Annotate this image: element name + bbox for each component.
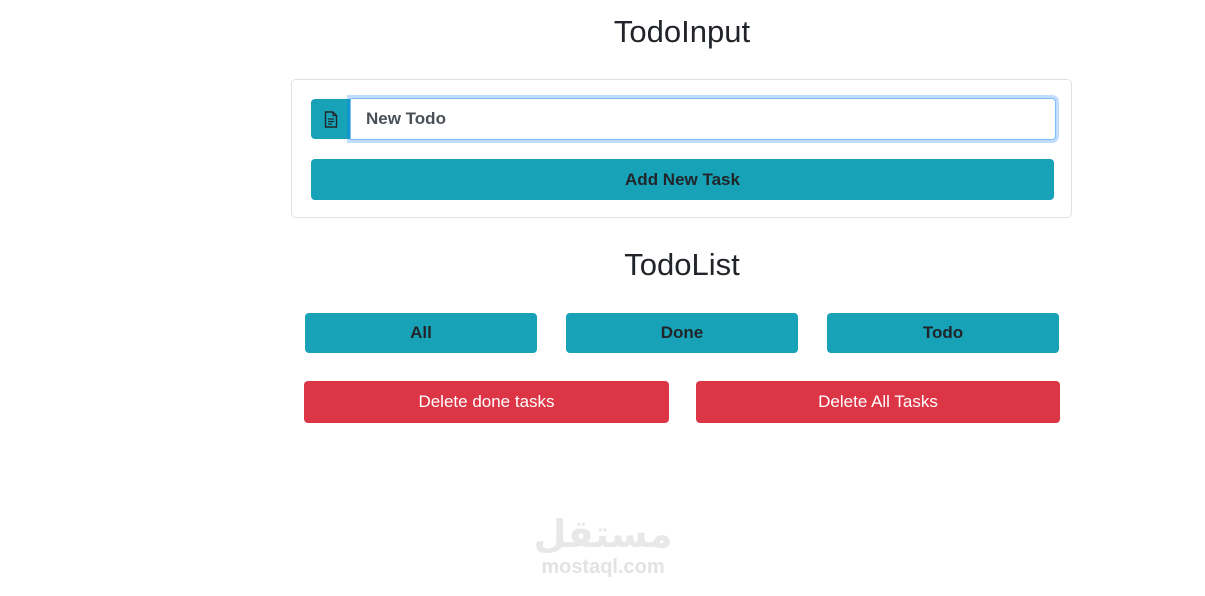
filter-done-button[interactable]: Done (566, 313, 798, 353)
filter-all-button[interactable]: All (305, 313, 537, 353)
filter-todo-button[interactable]: Todo (827, 313, 1059, 353)
watermark-logo: مستقل mostaql.com (528, 512, 678, 578)
document-icon (311, 99, 350, 139)
watermark-arabic: مستقل (533, 512, 673, 556)
watermark-latin: mostaql.com (541, 556, 665, 578)
todo-list-title: TodoList (624, 247, 740, 282)
delete-all-tasks-button[interactable]: Delete All Tasks (696, 381, 1060, 423)
add-new-task-button[interactable]: Add New Task (311, 159, 1054, 200)
todo-input-card: Add New Task (291, 79, 1072, 218)
new-todo-input[interactable] (350, 98, 1056, 140)
todo-input-title: TodoInput (613, 14, 751, 49)
todo-app: TodoInput Add New Task TodoList All Done… (0, 0, 1205, 596)
todo-input-group (311, 98, 1056, 140)
delete-done-tasks-button[interactable]: Delete done tasks (304, 381, 669, 423)
